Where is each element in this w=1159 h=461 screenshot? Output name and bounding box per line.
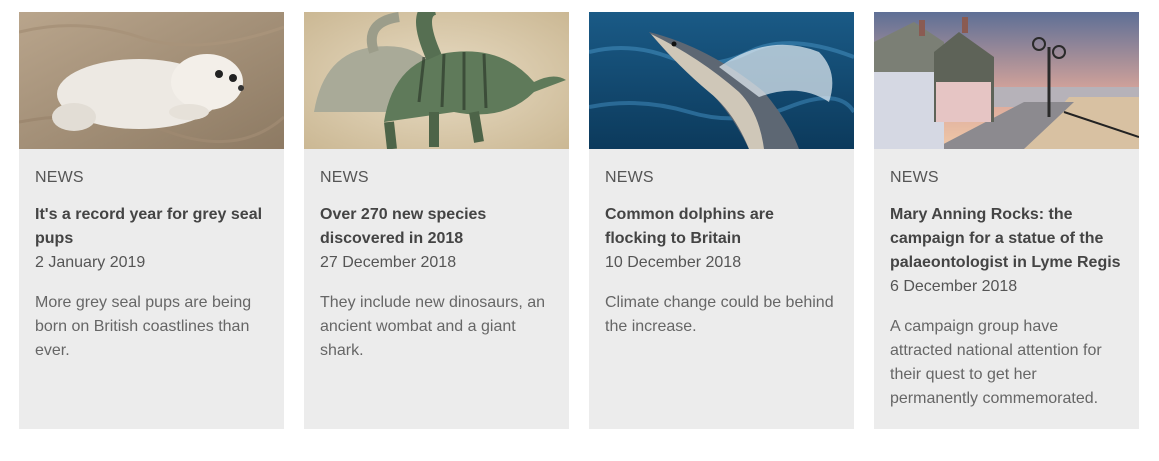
- news-card[interactable]: NEWS It's a record year for grey seal pu…: [19, 12, 284, 429]
- category-label: NEWS: [320, 169, 369, 186]
- article-date: 27 December 2018: [320, 254, 457, 271]
- news-card[interactable]: NEWS Mary Anning Rocks: the campaign for…: [874, 12, 1139, 429]
- dolphin-image[interactable]: [589, 12, 854, 149]
- lyme-regis-image[interactable]: [874, 12, 1139, 149]
- article-date: 6 December 2018: [890, 278, 1018, 295]
- article-summary: A campaign group have attracted national…: [890, 318, 1102, 407]
- article-date: 2 January 2019: [35, 254, 146, 271]
- news-card[interactable]: NEWS Over 270 new species discovered in …: [304, 12, 569, 429]
- article-date: 10 December 2018: [605, 254, 742, 271]
- article-title[interactable]: It's a record year for grey seal pups: [35, 203, 268, 251]
- article-title[interactable]: Common dolphins are flocking to Britain: [605, 203, 838, 251]
- category-label: NEWS: [890, 169, 939, 186]
- category-label: NEWS: [35, 169, 84, 186]
- grey-seal-pup-image[interactable]: [19, 12, 284, 149]
- article-summary: They include new dinosaurs, an ancient w…: [320, 294, 546, 359]
- dinosaur-image[interactable]: [304, 12, 569, 149]
- article-title[interactable]: Over 270 new species discovered in 2018: [320, 203, 553, 251]
- category-label: NEWS: [605, 169, 654, 186]
- article-title[interactable]: Mary Anning Rocks: the campaign for a st…: [890, 203, 1123, 275]
- news-card-list: NEWS It's a record year for grey seal pu…: [0, 0, 1159, 461]
- news-card[interactable]: NEWS Common dolphins are flocking to Bri…: [589, 12, 854, 429]
- article-summary: More grey seal pups are being born on Br…: [35, 294, 252, 359]
- article-summary: Climate change could be behind the incre…: [605, 294, 834, 335]
